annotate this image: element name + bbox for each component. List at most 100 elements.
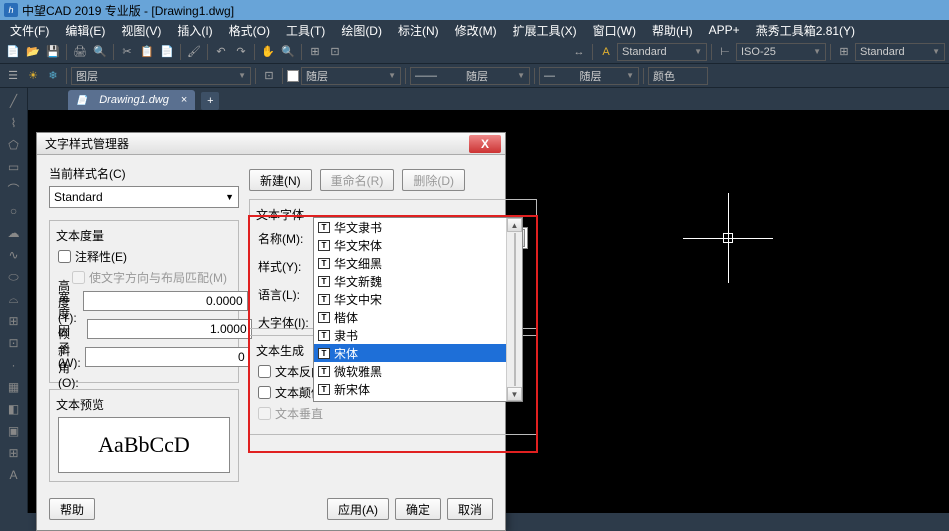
font-option[interactable]: T隶书 xyxy=(314,326,522,344)
spline-icon[interactable]: ∿ xyxy=(5,246,23,264)
font-option[interactable]: T华文中宋 xyxy=(314,290,522,308)
menu-view[interactable]: 视图(V) xyxy=(113,20,169,41)
insert-block-icon[interactable]: ⊞ xyxy=(5,312,23,330)
layer-manager-icon[interactable]: ☰ xyxy=(4,67,22,85)
dim-style-icon[interactable]: ⊢ xyxy=(716,43,734,61)
paste-icon[interactable]: 📄 xyxy=(158,43,176,61)
oblique-input[interactable] xyxy=(85,347,250,367)
current-style-combo[interactable]: Standard▼ xyxy=(49,186,239,208)
region-icon[interactable]: ▣ xyxy=(5,422,23,440)
arc-icon[interactable]: ⌒ xyxy=(5,180,23,198)
redo-icon[interactable]: ↷ xyxy=(232,43,250,61)
layer-combo[interactable]: 图层▼ xyxy=(71,67,251,85)
layer-freeze-icon[interactable]: ❄ xyxy=(44,67,62,85)
layer-state-icon[interactable]: ☀ xyxy=(24,67,42,85)
misc2-icon[interactable]: ⊡ xyxy=(326,43,344,61)
menu-tools[interactable]: 工具(T) xyxy=(278,20,333,41)
font-option[interactable]: T楷体 xyxy=(314,308,522,326)
annotative-checkbox[interactable] xyxy=(58,250,71,263)
open-icon[interactable]: 📂 xyxy=(24,43,42,61)
menu-express[interactable]: 扩展工具(X) xyxy=(505,20,585,41)
rectangle-icon[interactable]: ▭ xyxy=(5,158,23,176)
menu-dimension[interactable]: 标注(N) xyxy=(390,20,447,41)
mtext-icon[interactable]: A xyxy=(5,466,23,484)
menu-help[interactable]: 帮助(H) xyxy=(644,20,701,41)
menu-format[interactable]: 格式(O) xyxy=(221,20,278,41)
color-swatch-icon[interactable] xyxy=(287,70,299,82)
scroll-up-icon[interactable]: ▲ xyxy=(507,218,522,232)
cancel-button[interactable]: 取消 xyxy=(447,498,493,520)
width-input[interactable] xyxy=(87,319,252,339)
polygon-icon[interactable]: ⬠ xyxy=(5,136,23,154)
font-option[interactable]: T华文隶书 xyxy=(314,218,522,236)
font-option[interactable]: T幼圆 xyxy=(314,398,522,402)
font-option[interactable]: T新宋体 xyxy=(314,380,522,398)
linetype-combo[interactable]: —— 随层▼ xyxy=(410,67,530,85)
font-option-label: 新宋体 xyxy=(334,381,370,398)
new-style-button[interactable]: 新建(N) xyxy=(249,169,312,191)
new-tab-button[interactable]: + xyxy=(201,92,219,110)
menu-window[interactable]: 窗口(W) xyxy=(585,20,644,41)
match-prop-icon[interactable]: 🖌 xyxy=(185,43,203,61)
upsidedown-checkbox[interactable] xyxy=(258,386,271,399)
polyline-icon[interactable]: ⌇ xyxy=(5,114,23,132)
misc-icon[interactable]: ⊞ xyxy=(306,43,324,61)
ellipse-icon[interactable]: ⬭ xyxy=(5,268,23,286)
copy-icon[interactable]: 📋 xyxy=(138,43,156,61)
font-option[interactable]: T宋体 xyxy=(314,344,522,362)
ellipse-arc-icon[interactable]: ⌓ xyxy=(5,290,23,308)
revcloud-icon[interactable]: ☁ xyxy=(5,224,23,242)
font-option-label: 隶书 xyxy=(334,327,358,344)
font-option[interactable]: T微软雅黑 xyxy=(314,362,522,380)
font-option[interactable]: T华文细黑 xyxy=(314,254,522,272)
print-icon[interactable]: 🖨 xyxy=(71,43,89,61)
preview-box: AaBbCcD xyxy=(58,417,230,473)
scroll-down-icon[interactable]: ▼ xyxy=(507,387,522,401)
line-icon[interactable]: ╱ xyxy=(5,92,23,110)
table-style-combo[interactable]: Standard▼ xyxy=(855,43,945,61)
help-button[interactable]: 帮助 xyxy=(49,498,95,520)
dialog-close-button[interactable]: X xyxy=(469,135,501,153)
zoom-icon[interactable]: 🔍 xyxy=(279,43,297,61)
layer-prev-icon[interactable]: ⊡ xyxy=(260,67,278,85)
gradient-icon[interactable]: ◧ xyxy=(5,400,23,418)
menu-edit[interactable]: 编辑(E) xyxy=(57,20,113,41)
point-icon[interactable]: · xyxy=(5,356,23,374)
save-icon[interactable]: 💾 xyxy=(44,43,62,61)
menu-insert[interactable]: 插入(I) xyxy=(169,20,220,41)
plot-preview-icon[interactable]: 🔍 xyxy=(91,43,109,61)
table-icon[interactable]: ⊞ xyxy=(5,444,23,462)
document-tab[interactable]: 📄 Drawing1.dwg × xyxy=(68,90,195,110)
menu-file[interactable]: 文件(F) xyxy=(2,20,57,41)
height-input[interactable] xyxy=(83,291,248,311)
dim-style-combo[interactable]: ISO-25▼ xyxy=(736,43,826,61)
text-style-combo[interactable]: Standard▼ xyxy=(617,43,707,61)
backwards-checkbox[interactable] xyxy=(258,365,271,378)
hatch-icon[interactable]: ▦ xyxy=(5,378,23,396)
dropdown-scrollbar[interactable]: ▲ ▼ xyxy=(506,218,522,401)
undo-icon[interactable]: ↶ xyxy=(212,43,230,61)
cut-icon[interactable]: ✂ xyxy=(118,43,136,61)
ok-button[interactable]: 确定 xyxy=(395,498,441,520)
scroll-thumb[interactable] xyxy=(514,233,516,386)
apply-button[interactable]: 应用(A) xyxy=(327,498,389,520)
new-icon[interactable]: 📄 xyxy=(4,43,22,61)
menu-app[interactable]: APP+ xyxy=(701,21,748,39)
menu-modify[interactable]: 修改(M) xyxy=(447,20,505,41)
make-block-icon[interactable]: ⊡ xyxy=(5,334,23,352)
plot-color-combo[interactable]: 颜色 xyxy=(648,67,708,85)
color-combo[interactable]: 随层▼ xyxy=(301,67,401,85)
font-option[interactable]: T华文新魏 xyxy=(314,272,522,290)
table-style-icon[interactable]: ⊞ xyxy=(835,43,853,61)
dialog-titlebar[interactable]: 文字样式管理器 X xyxy=(37,133,505,155)
text-style-icon[interactable]: A xyxy=(597,43,615,61)
menu-yanxiu[interactable]: 燕秀工具箱2.81(Y) xyxy=(748,20,863,41)
font-dropdown-list[interactable]: T华文隶书T华文宋体T华文细黑T华文新魏T华文中宋T楷体T隶书T宋体T微软雅黑T… xyxy=(313,217,523,402)
font-option[interactable]: T华文宋体 xyxy=(314,236,522,254)
close-tab-icon[interactable]: × xyxy=(181,94,187,106)
lineweight-combo[interactable]: — 随层▼ xyxy=(539,67,639,85)
circle-icon[interactable]: ○ xyxy=(5,202,23,220)
menu-draw[interactable]: 绘图(D) xyxy=(333,20,390,41)
pan-icon[interactable]: ✋ xyxy=(259,43,277,61)
dim-icon[interactable]: ↔ xyxy=(570,43,588,61)
